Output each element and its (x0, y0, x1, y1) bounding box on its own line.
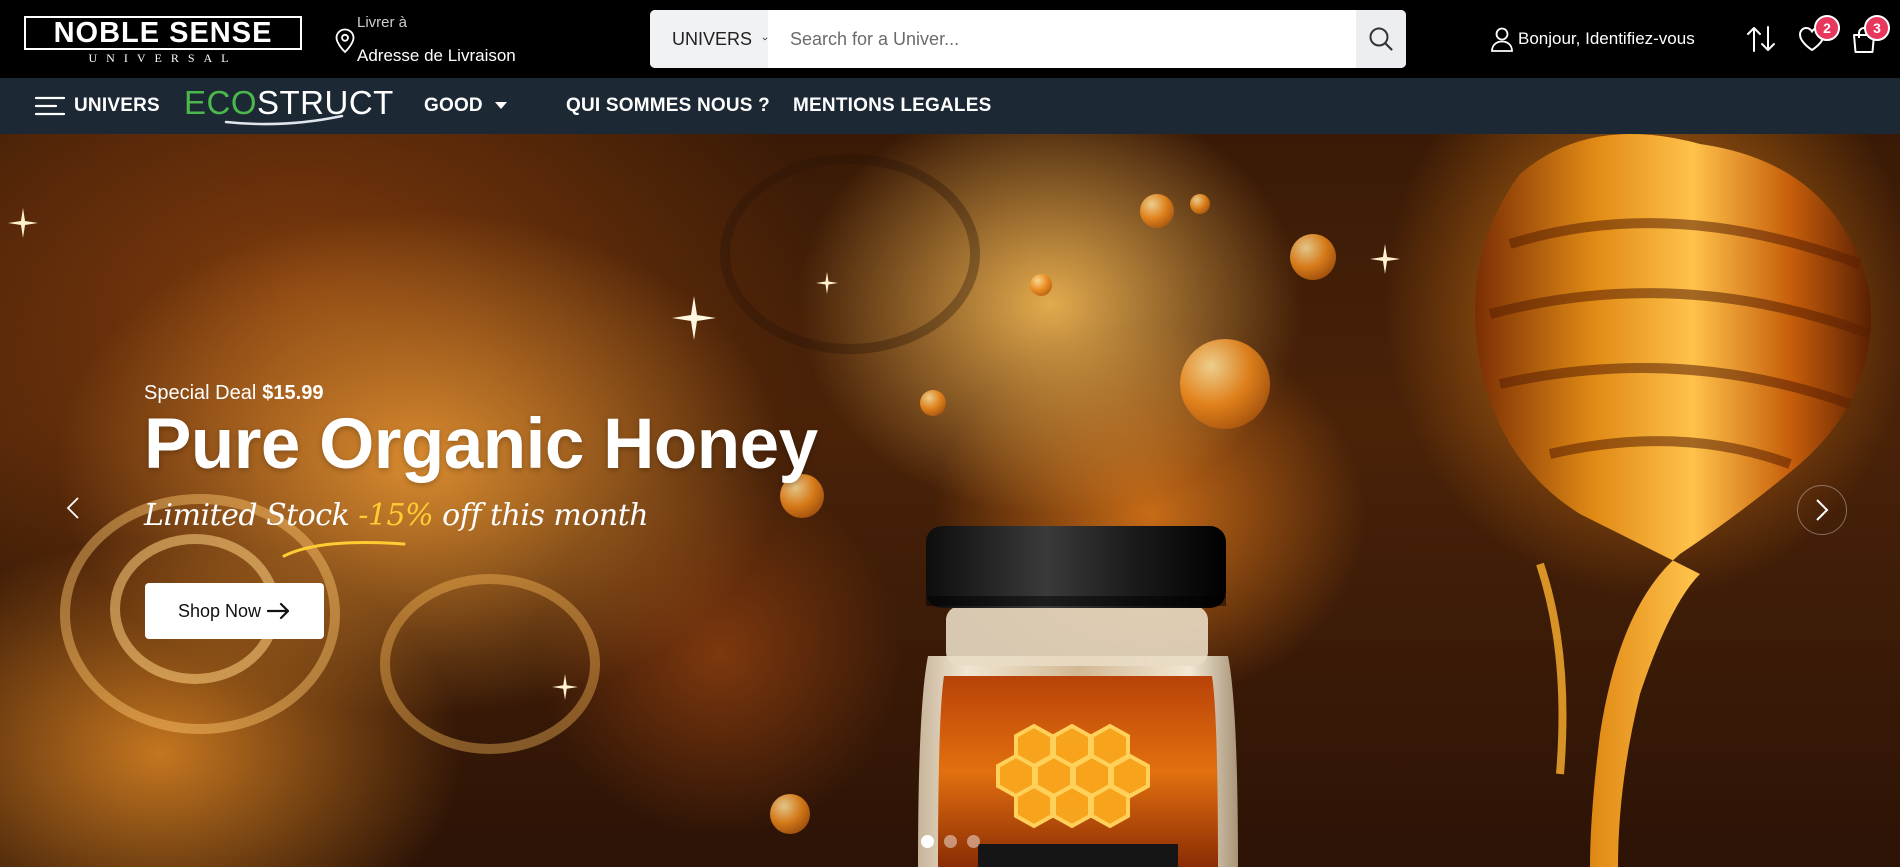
nav-item-good[interactable]: GOOD (424, 78, 507, 134)
slider-next-button[interactable] (1797, 485, 1847, 535)
chevron-right-icon (1816, 499, 1829, 521)
search-button[interactable] (1356, 10, 1406, 68)
delivery-address-label: Adresse de Livraison (357, 46, 516, 65)
search-bar: UNIVERS (650, 10, 1406, 68)
slider-dot-2[interactable] (944, 835, 957, 848)
honey-bubble (1180, 339, 1270, 429)
delivery-address-selector[interactable]: Livrer à Adresse de Livraison (334, 10, 534, 66)
hero-title: Pure Organic Honey (144, 405, 818, 484)
cart-count-badge: 3 (1864, 15, 1890, 41)
caret-down-icon (494, 102, 507, 109)
sparkle-star-icon (1370, 244, 1400, 274)
ecostruct-brand-link[interactable]: ECOSTRUCT (184, 86, 393, 128)
search-category-select[interactable]: UNIVERS (650, 10, 768, 68)
hamburger-menu-icon (34, 96, 66, 116)
slider-dot-1[interactable] (921, 835, 934, 848)
nav-item-legal-label: MENTIONS LEGALES (793, 95, 992, 116)
nav-item-legal[interactable]: MENTIONS LEGALES (793, 78, 992, 134)
arrow-right-icon (267, 602, 290, 620)
hero-content: Special Deal $15.99 Pure Organic Honey L… (144, 134, 1044, 867)
logo-main-text: NOBLE SENSE (53, 16, 273, 49)
honey-bubble (1140, 194, 1174, 228)
honey-bubble (1190, 194, 1210, 214)
honey-bubble (1290, 234, 1336, 280)
sparkle-star-icon (8, 208, 38, 238)
compare-button[interactable] (1746, 25, 1776, 58)
user-icon (1491, 27, 1513, 52)
univers-menu-button[interactable]: UNIVERS (34, 78, 160, 134)
slider-prev-button[interactable] (66, 496, 80, 525)
cart-button[interactable]: 3 (1850, 15, 1890, 59)
hero-subtitle-discount: -15% (358, 498, 434, 533)
deal-label: Special Deal (144, 382, 257, 404)
wishlist-count-badge: 2 (1814, 15, 1840, 41)
underline-stroke-icon (282, 541, 406, 558)
account-link[interactable]: Bonjour, Identifiez-vous (1490, 24, 1695, 54)
hero-subtitle-part2: off this month (433, 498, 649, 533)
slider-dot-3[interactable] (967, 835, 980, 848)
top-header: NOBLE SENSE UNIVERSAL Livrer à Adresse d… (0, 0, 1900, 78)
account-label: Bonjour, Identifiez-vous (1518, 29, 1695, 48)
search-icon (1369, 27, 1393, 51)
delivery-small-label: Livrer à (357, 14, 408, 31)
main-navbar: UNIVERS ECOSTRUCT GOOD QUI SOMMES NOUS ?… (0, 78, 1900, 134)
special-deal-line: Special Deal $15.99 (144, 382, 323, 405)
deal-price: $15.99 (262, 382, 324, 404)
nav-item-about[interactable]: QUI SOMMES NOUS ? (566, 78, 770, 134)
brand-swoosh-icon (224, 114, 344, 126)
logo-sub-text: UNIVERSAL (88, 51, 238, 65)
shop-now-button[interactable]: Shop Now (145, 583, 324, 639)
univers-menu-label: UNIVERS (74, 95, 160, 116)
compare-arrows-icon (1747, 26, 1775, 52)
chevron-left-icon (66, 497, 79, 519)
hero-subtitle-part1: Limited Stock (144, 498, 359, 533)
hero-subtitle: Limited Stock -15% off this month (144, 498, 649, 533)
search-category-label: UNIVERS (672, 28, 753, 49)
search-input[interactable] (768, 10, 1348, 68)
site-logo[interactable]: NOBLE SENSE UNIVERSAL (24, 16, 302, 65)
location-pin-icon (335, 28, 355, 54)
wishlist-button[interactable]: 2 (1798, 15, 1840, 57)
nav-item-good-label: GOOD (424, 95, 483, 116)
hero-slider: Special Deal $15.99 Pure Organic Honey L… (0, 134, 1900, 867)
nav-item-about-label: QUI SOMMES NOUS ? (566, 95, 770, 116)
shop-now-label: Shop Now (177, 600, 262, 621)
logo-box: NOBLE SENSE (24, 16, 302, 50)
slider-pagination (921, 835, 980, 848)
